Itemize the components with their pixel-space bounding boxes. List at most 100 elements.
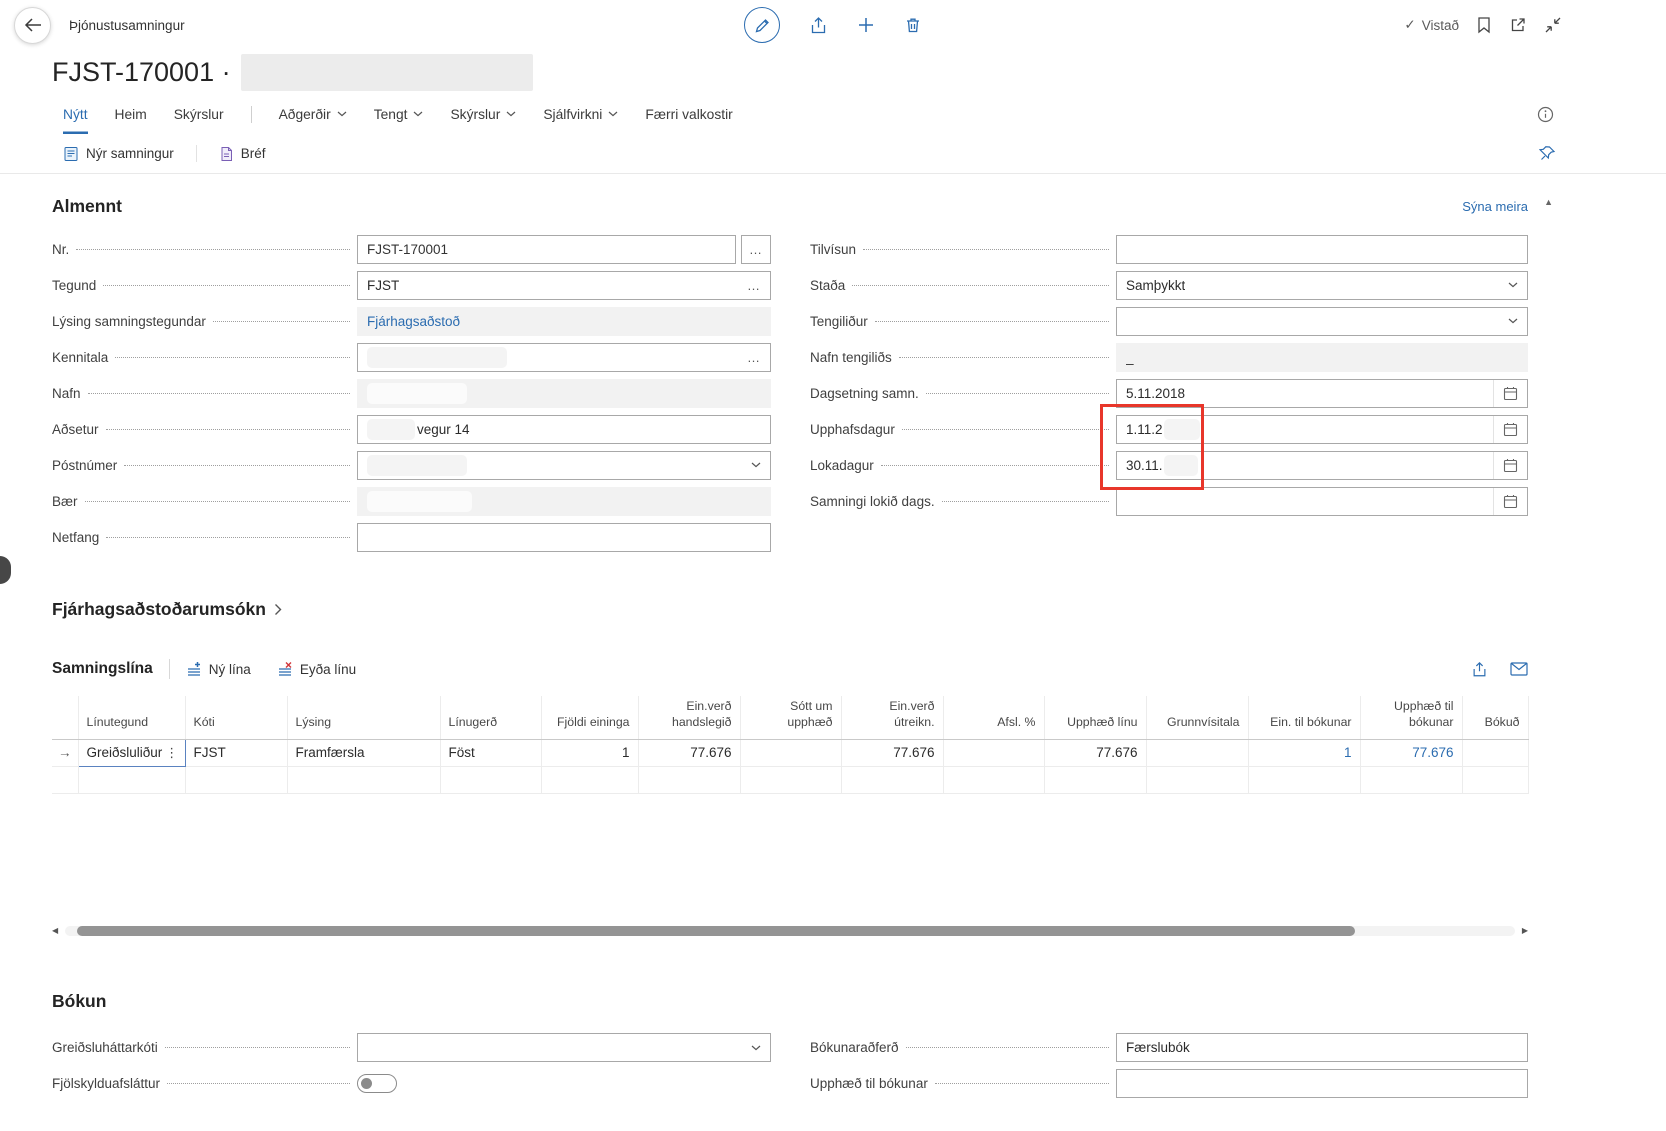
postnumer-dropdown-button[interactable] [743,462,761,468]
menu-sjalfvirkni[interactable]: Sjálfvirkni [543,107,618,122]
cell-fjoldi-eininga[interactable]: 1 [541,739,638,766]
column-header-upphaed-til-bokunar[interactable]: Upphæð til bókunar [1360,696,1462,739]
fjolskylduafslattur-toggle[interactable] [357,1074,397,1093]
empty-cell[interactable] [1462,766,1528,793]
empty-cell[interactable] [440,766,541,793]
new-contract-action[interactable]: Nýr samningur [63,146,174,162]
empty-cell[interactable] [1146,766,1248,793]
empty-cell[interactable] [541,766,638,793]
column-header-koti[interactable]: Kóti [185,696,287,739]
menu-skyrslur[interactable]: Skýrslur [450,107,516,122]
tengilidur-dropdown-button[interactable] [1500,318,1518,324]
new-line-action[interactable]: Ný lína [186,661,251,677]
cell-afsl[interactable] [943,739,1044,766]
empty-cell[interactable] [78,766,185,793]
cell-einverd-utreikn[interactable]: 77.676 [841,739,943,766]
column-header-linugerd[interactable]: Línugerð [440,696,541,739]
tegund-assist-edit-button[interactable]: … [739,278,761,293]
empty-cell[interactable] [185,766,287,793]
kennitala-assist-edit-button[interactable]: … [739,350,761,365]
cell-koti[interactable]: FJST [185,739,287,766]
info-button[interactable] [1537,106,1554,123]
column-header-ein-til-bokunar[interactable]: Ein. til bókunar [1248,696,1360,739]
column-header-upphaed-linu[interactable]: Upphæð línu [1044,696,1146,739]
lokadagur-input[interactable]: 30.11. [1116,451,1528,480]
dagsetning-samn-datepicker-button[interactable] [1493,380,1518,407]
column-header-lysing[interactable]: Lýsing [287,696,440,739]
upphafsdagur-input[interactable]: 1.11.2 [1116,415,1528,444]
stada-dropdown-button[interactable] [1500,282,1518,288]
tab-heim[interactable]: Heim [115,94,147,134]
column-header-einverd-utreikn[interactable]: Ein.verð útreikn. [841,696,943,739]
empty-cell[interactable] [841,766,943,793]
share-lines-button[interactable] [1471,661,1488,678]
nr-assist-edit-button[interactable]: … [741,235,771,264]
row-menu-button[interactable]: ⋮ [162,745,181,761]
cell-bokud[interactable] [1462,739,1528,766]
samningi-lokid-dags-datepicker-button[interactable] [1493,488,1518,515]
email-lines-button[interactable] [1510,662,1528,676]
tab-nytt[interactable]: Nýtt [63,94,88,134]
tilvisun-input[interactable] [1116,235,1528,264]
lysing-samningstegundar-value[interactable]: Fjárhagsaðstoð [367,314,460,329]
dagsetning-samn-input[interactable]: 5.11.2018 [1116,379,1528,408]
stada-select[interactable]: Samþykkt [1116,271,1528,300]
greidsluhattarkoti-select[interactable] [357,1033,771,1062]
upphafsdagur-datepicker-button[interactable] [1493,416,1518,443]
scrollbar-thumb[interactable] [77,926,1355,936]
letter-action[interactable]: Bréf [219,146,266,162]
cell-einverd-handslegid[interactable]: 77.676 [638,739,740,766]
cell-grunnvisitala[interactable] [1146,739,1248,766]
empty-cell[interactable] [1360,766,1462,793]
empty-cell[interactable] [287,766,440,793]
bookmark-button[interactable] [1476,16,1492,34]
adsetur-input[interactable]: vegur 14 [357,415,771,444]
column-header-linutegund[interactable]: Línutegund [78,696,185,739]
column-header-sott-um-upphaed[interactable]: Sótt um upphæð [740,696,841,739]
netfang-input[interactable] [357,523,771,552]
cell-linutegund[interactable]: Greiðsluliður ⋮ [78,739,185,766]
horizontal-scrollbar[interactable]: ◀ ▶ [52,924,1528,939]
cell-ein-til-bokunar[interactable]: 1 [1248,739,1360,766]
edit-button[interactable] [744,7,780,43]
open-in-new-window-button[interactable] [1509,16,1527,34]
pin-button[interactable] [1539,145,1556,162]
scroll-left-arrow[interactable]: ◀ [52,927,58,935]
column-header-einverd-handslegid[interactable]: Ein.verð handslegið [638,696,740,739]
delete-button[interactable] [904,16,922,34]
column-header-afsl[interactable]: Afsl. % [943,696,1044,739]
menu-adgerdir[interactable]: Aðgerðir [279,107,347,122]
scroll-up-arrow[interactable]: ▲ [1544,197,1553,207]
show-more-link[interactable]: Sýna meira [1462,199,1528,214]
fasttab-fjarhagsadstodarumsokn[interactable]: Fjárhagsaðstoðarumsókn [52,599,1528,620]
postnumer-input[interactable] [357,451,771,480]
column-header-fjoldi-eininga[interactable]: Fjöldi eininga [541,696,638,739]
bokunaradferd-input[interactable]: Færslubók [1116,1033,1528,1062]
column-header-grunnvisitala[interactable]: Grunnvísitala [1146,696,1248,739]
empty-cell[interactable] [1248,766,1360,793]
cell-linugerd[interactable]: Föst [440,739,541,766]
menu-faerri-valkostir[interactable]: Færri valkostir [645,94,732,134]
kennitala-input[interactable]: … [357,343,771,372]
share-button[interactable] [809,16,828,35]
empty-cell[interactable] [1044,766,1146,793]
greidsluhattarkoti-dropdown-button[interactable] [743,1045,761,1051]
cell-lysing[interactable]: Framfærsla [287,739,440,766]
samningi-lokid-dags-input[interactable] [1116,487,1528,516]
cell-upphaed-til-bokunar[interactable]: 77.676 [1360,739,1462,766]
upphaed-til-bokunar-input[interactable] [1116,1069,1528,1098]
delete-line-action[interactable]: Eyða línu [277,661,356,677]
tengilidur-select[interactable] [1116,307,1528,336]
empty-cell[interactable] [740,766,841,793]
cell-sott-um-upphaed[interactable] [740,739,841,766]
collapse-button[interactable] [1544,16,1562,34]
menu-tengt[interactable]: Tengt [374,107,424,122]
column-header-bokud[interactable]: Bókuð [1462,696,1528,739]
empty-cell[interactable] [943,766,1044,793]
tegund-input[interactable]: FJST … [357,271,771,300]
empty-cell[interactable] [638,766,740,793]
lokadagur-datepicker-button[interactable] [1493,452,1518,479]
tab-skyrslur[interactable]: Skýrslur [174,94,224,134]
scroll-right-arrow[interactable]: ▶ [1522,927,1528,935]
scrollbar-track[interactable] [65,926,1515,936]
